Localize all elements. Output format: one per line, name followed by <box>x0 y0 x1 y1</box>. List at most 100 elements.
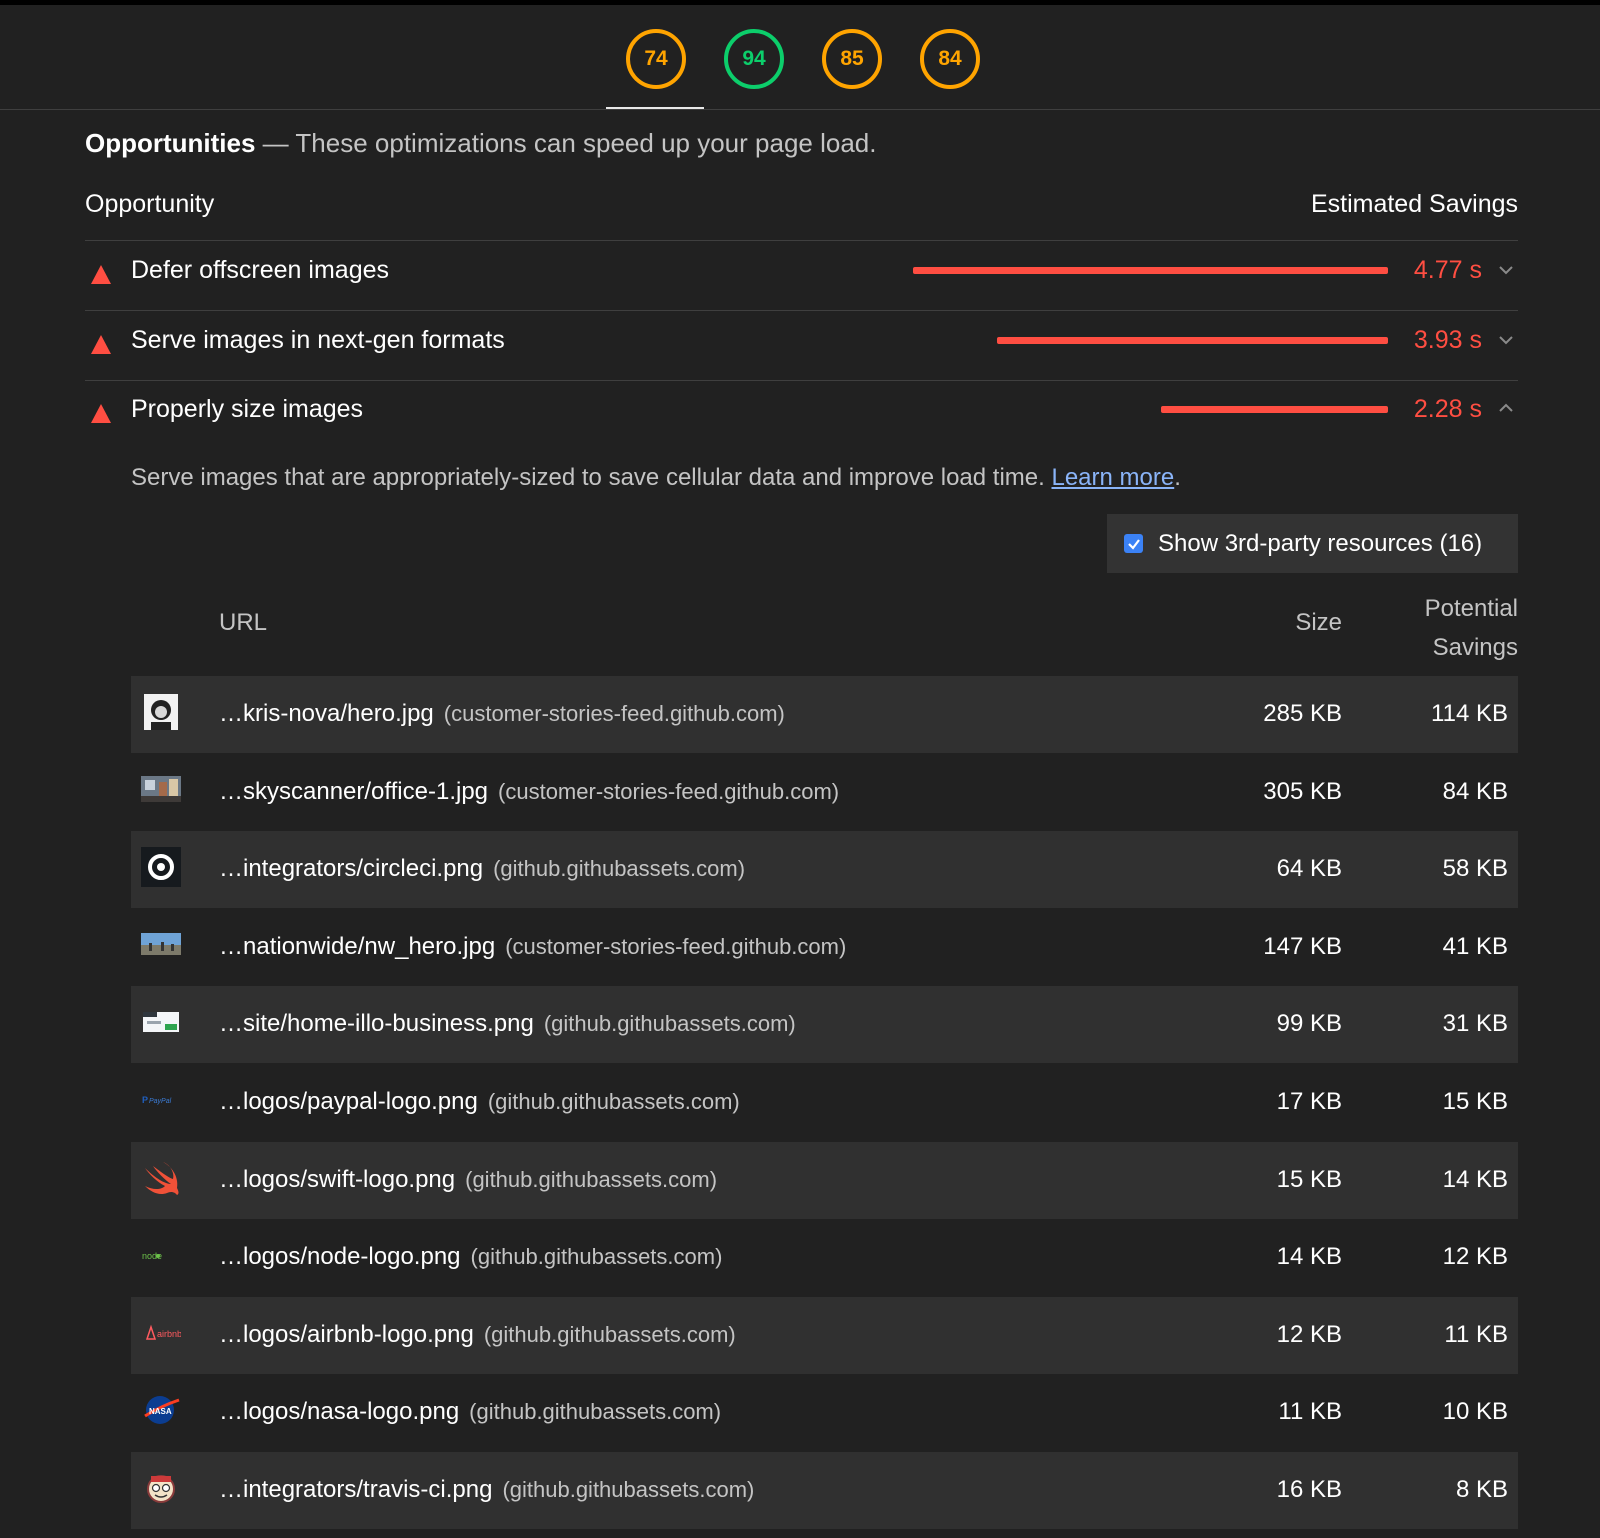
resource-url[interactable]: …nationwide/nw_hero.jpg <box>219 933 495 960</box>
paypal-logo-icon: P PayPal <box>141 1080 181 1120</box>
circleci-logo-icon <box>141 847 181 888</box>
chevron-up-icon[interactable] <box>1496 398 1516 418</box>
resource-url[interactable]: …integrators/circleci.png <box>219 855 483 882</box>
learn-more-link[interactable]: Learn more <box>1051 464 1174 491</box>
resource-url-cell[interactable]: …integrators/travis-ci.png (github.github… <box>219 1476 754 1504</box>
table-row[interactable]: …site/home-illo-business.png (github.gith… <box>131 986 1518 1064</box>
resource-url-cell[interactable]: …integrators/circleci.png (github.githuba… <box>219 855 745 883</box>
resource-size: 16 KB <box>1276 1476 1342 1503</box>
size-column-header: Size <box>1295 609 1342 636</box>
help-period: . <box>1174 464 1181 491</box>
resource-size: 14 KB <box>1276 1243 1342 1271</box>
resource-url[interactable]: …logos/node-logo.png <box>219 1243 461 1270</box>
resource-host: (github.githubassets.com) <box>465 1166 718 1192</box>
resource-url[interactable]: …logos/nasa-logo.png <box>219 1398 459 1425</box>
resource-url[interactable]: …site/home-illo-business.png <box>219 1010 534 1037</box>
resource-host: (customer-stories-feed.github.com) <box>505 933 847 959</box>
resource-url-cell[interactable]: …logos/paypal-logo.png (github.githubasse… <box>219 1088 740 1116</box>
potential-savings-header-line-1: Potential <box>1424 595 1518 622</box>
table-row[interactable]: …kris-nova/hero.jpg (customer-stories-fee… <box>131 676 1518 753</box>
resource-size: 11 KB <box>1278 1398 1342 1426</box>
estimated-savings-column-header: Estimated Savings <box>1310 190 1518 218</box>
opportunity-column-header: Opportunity <box>85 190 215 218</box>
resource-size: 147 KB <box>1263 932 1342 960</box>
savings-bar <box>1161 406 1388 413</box>
resource-url[interactable]: …kris-nova/hero.jpg <box>219 700 434 727</box>
audit-label: Properly size images <box>131 395 364 423</box>
resource-potential-savings: 114 KB <box>1431 700 1508 727</box>
savings-value: 4.77 s <box>1413 256 1482 284</box>
help-text: Serve images that are appropriately-size… <box>131 464 1052 491</box>
table-row[interactable]: …logos/swift-logo.png (github.githubasset… <box>131 1141 1518 1219</box>
resource-url-cell[interactable]: …logos/node-logo.png (github.githubassets… <box>219 1243 722 1271</box>
resource-url[interactable]: …logos/paypal-logo.png <box>219 1088 478 1115</box>
svg-text:airbnb: airbnb <box>157 1329 181 1339</box>
chevron-down-icon[interactable] <box>1496 329 1516 349</box>
resource-potential-savings: 11 KB <box>1444 1320 1508 1348</box>
landscape-photo-thumb-icon <box>141 925 181 965</box>
section-header: Opportunities — These optimizations can … <box>85 128 876 159</box>
business-illustration-thumb-icon <box>141 1002 181 1042</box>
audit-help-text: Serve images that are appropriately-size… <box>131 464 1181 492</box>
potential-savings-column-header: Potential Savings <box>1425 589 1518 667</box>
audit-label: Defer offscreen images <box>131 256 389 284</box>
travis-ci-logo-icon <box>141 1468 181 1508</box>
best-practices-score-gauge[interactable]: 85 <box>822 29 882 89</box>
resource-potential-savings: 15 KB <box>1442 1088 1508 1115</box>
resource-size: 99 KB <box>1276 1010 1342 1038</box>
resource-potential-savings: 41 KB <box>1442 932 1508 960</box>
resource-url-cell[interactable]: …logos/swift-logo.png (github.githubasset… <box>219 1166 717 1194</box>
table-row[interactable]: …skyscanner/office-1.jpg (customer-storie… <box>131 754 1518 831</box>
resource-host: (github.githubassets.com) <box>543 1011 796 1037</box>
section-dash: — <box>255 128 296 158</box>
section-title: Opportunities <box>85 128 256 158</box>
table-row[interactable]: airbnb …logos/airbnb-logo.png (github.gith… <box>131 1296 1518 1374</box>
resource-potential-savings: 12 KB <box>1442 1243 1508 1271</box>
active-gauge-indicator <box>606 107 704 109</box>
office-photo-thumb-icon <box>141 770 181 810</box>
fail-triangle-icon <box>91 335 111 354</box>
performance-score-gauge[interactable]: 74 <box>626 29 686 89</box>
savings-bar <box>913 267 1388 274</box>
resource-url-cell[interactable]: …skyscanner/office-1.jpg (customer-storie… <box>219 778 839 806</box>
table-row[interactable]: …nationwide/nw_hero.jpg (customer-stories… <box>131 909 1518 986</box>
resource-potential-savings: 14 KB <box>1442 1165 1508 1193</box>
resource-size: 17 KB <box>1276 1088 1342 1115</box>
resource-url[interactable]: …logos/airbnb-logo.png <box>219 1321 474 1348</box>
table-row[interactable]: node …logos/node-logo.png (github.githubas… <box>131 1219 1518 1296</box>
resource-potential-savings: 58 KB <box>1442 855 1508 883</box>
savings-bar <box>997 337 1388 344</box>
accessibility-score-gauge[interactable]: 94 <box>724 29 784 89</box>
resource-host: (github.githubassets.com) <box>469 1399 722 1425</box>
table-row[interactable]: NASA …logos/nasa-logo.png (github.githubas… <box>131 1374 1518 1451</box>
resource-url[interactable]: …integrators/travis-ci.png <box>219 1476 492 1503</box>
airbnb-logo-icon: airbnb <box>141 1313 182 1353</box>
nasa-logo-icon: NASA <box>141 1390 181 1430</box>
resource-url-cell[interactable]: …nationwide/nw_hero.jpg (customer-stories… <box>219 933 846 961</box>
resource-potential-savings: 84 KB <box>1442 777 1508 805</box>
chevron-down-icon[interactable] <box>1496 259 1516 279</box>
resource-size: 305 KB <box>1263 777 1342 805</box>
resource-size: 285 KB <box>1263 700 1342 727</box>
third-party-label: Show 3rd-party resources (16) <box>1158 529 1483 557</box>
resource-url-cell[interactable]: …logos/airbnb-logo.png (github.githubasse… <box>219 1321 736 1349</box>
svg-text:NASA: NASA <box>149 1407 172 1416</box>
checkbox-checked-icon[interactable] <box>1124 534 1143 553</box>
resource-host: (github.githubassets.com) <box>502 1477 755 1502</box>
resource-url[interactable]: …logos/swift-logo.png <box>219 1166 455 1193</box>
audit-next-gen-formats[interactable]: Serve images in next-gen formats 3.93 s <box>85 311 1518 377</box>
svg-text:P: P <box>142 1095 148 1105</box>
resource-url-cell[interactable]: …logos/nasa-logo.png (github.githubassets… <box>219 1398 721 1426</box>
audit-defer-offscreen-images[interactable]: Defer offscreen images 4.77 s <box>85 241 1518 307</box>
audit-properly-size-images[interactable]: Properly size images 2.28 s <box>85 380 1518 446</box>
resource-url-cell[interactable]: …site/home-illo-business.png (github.gith… <box>219 1010 796 1038</box>
seo-score-gauge[interactable]: 84 <box>920 29 980 89</box>
resource-url-cell[interactable]: …kris-nova/hero.jpg (customer-stories-fee… <box>219 700 785 728</box>
table-row[interactable]: …integrators/circleci.png (github.githuba… <box>131 831 1518 909</box>
third-party-filter[interactable]: Show 3rd-party resources (16) <box>1107 514 1518 573</box>
resource-host: (github.githubassets.com) <box>493 856 746 882</box>
section-description: These optimizations can speed up your pa… <box>295 128 877 158</box>
table-row[interactable]: P PayPal …logos/paypal-logo.png (github.git… <box>131 1064 1518 1141</box>
table-row[interactable]: …integrators/travis-ci.png (github.github… <box>131 1452 1518 1529</box>
resource-url[interactable]: …skyscanner/office-1.jpg <box>219 778 488 805</box>
